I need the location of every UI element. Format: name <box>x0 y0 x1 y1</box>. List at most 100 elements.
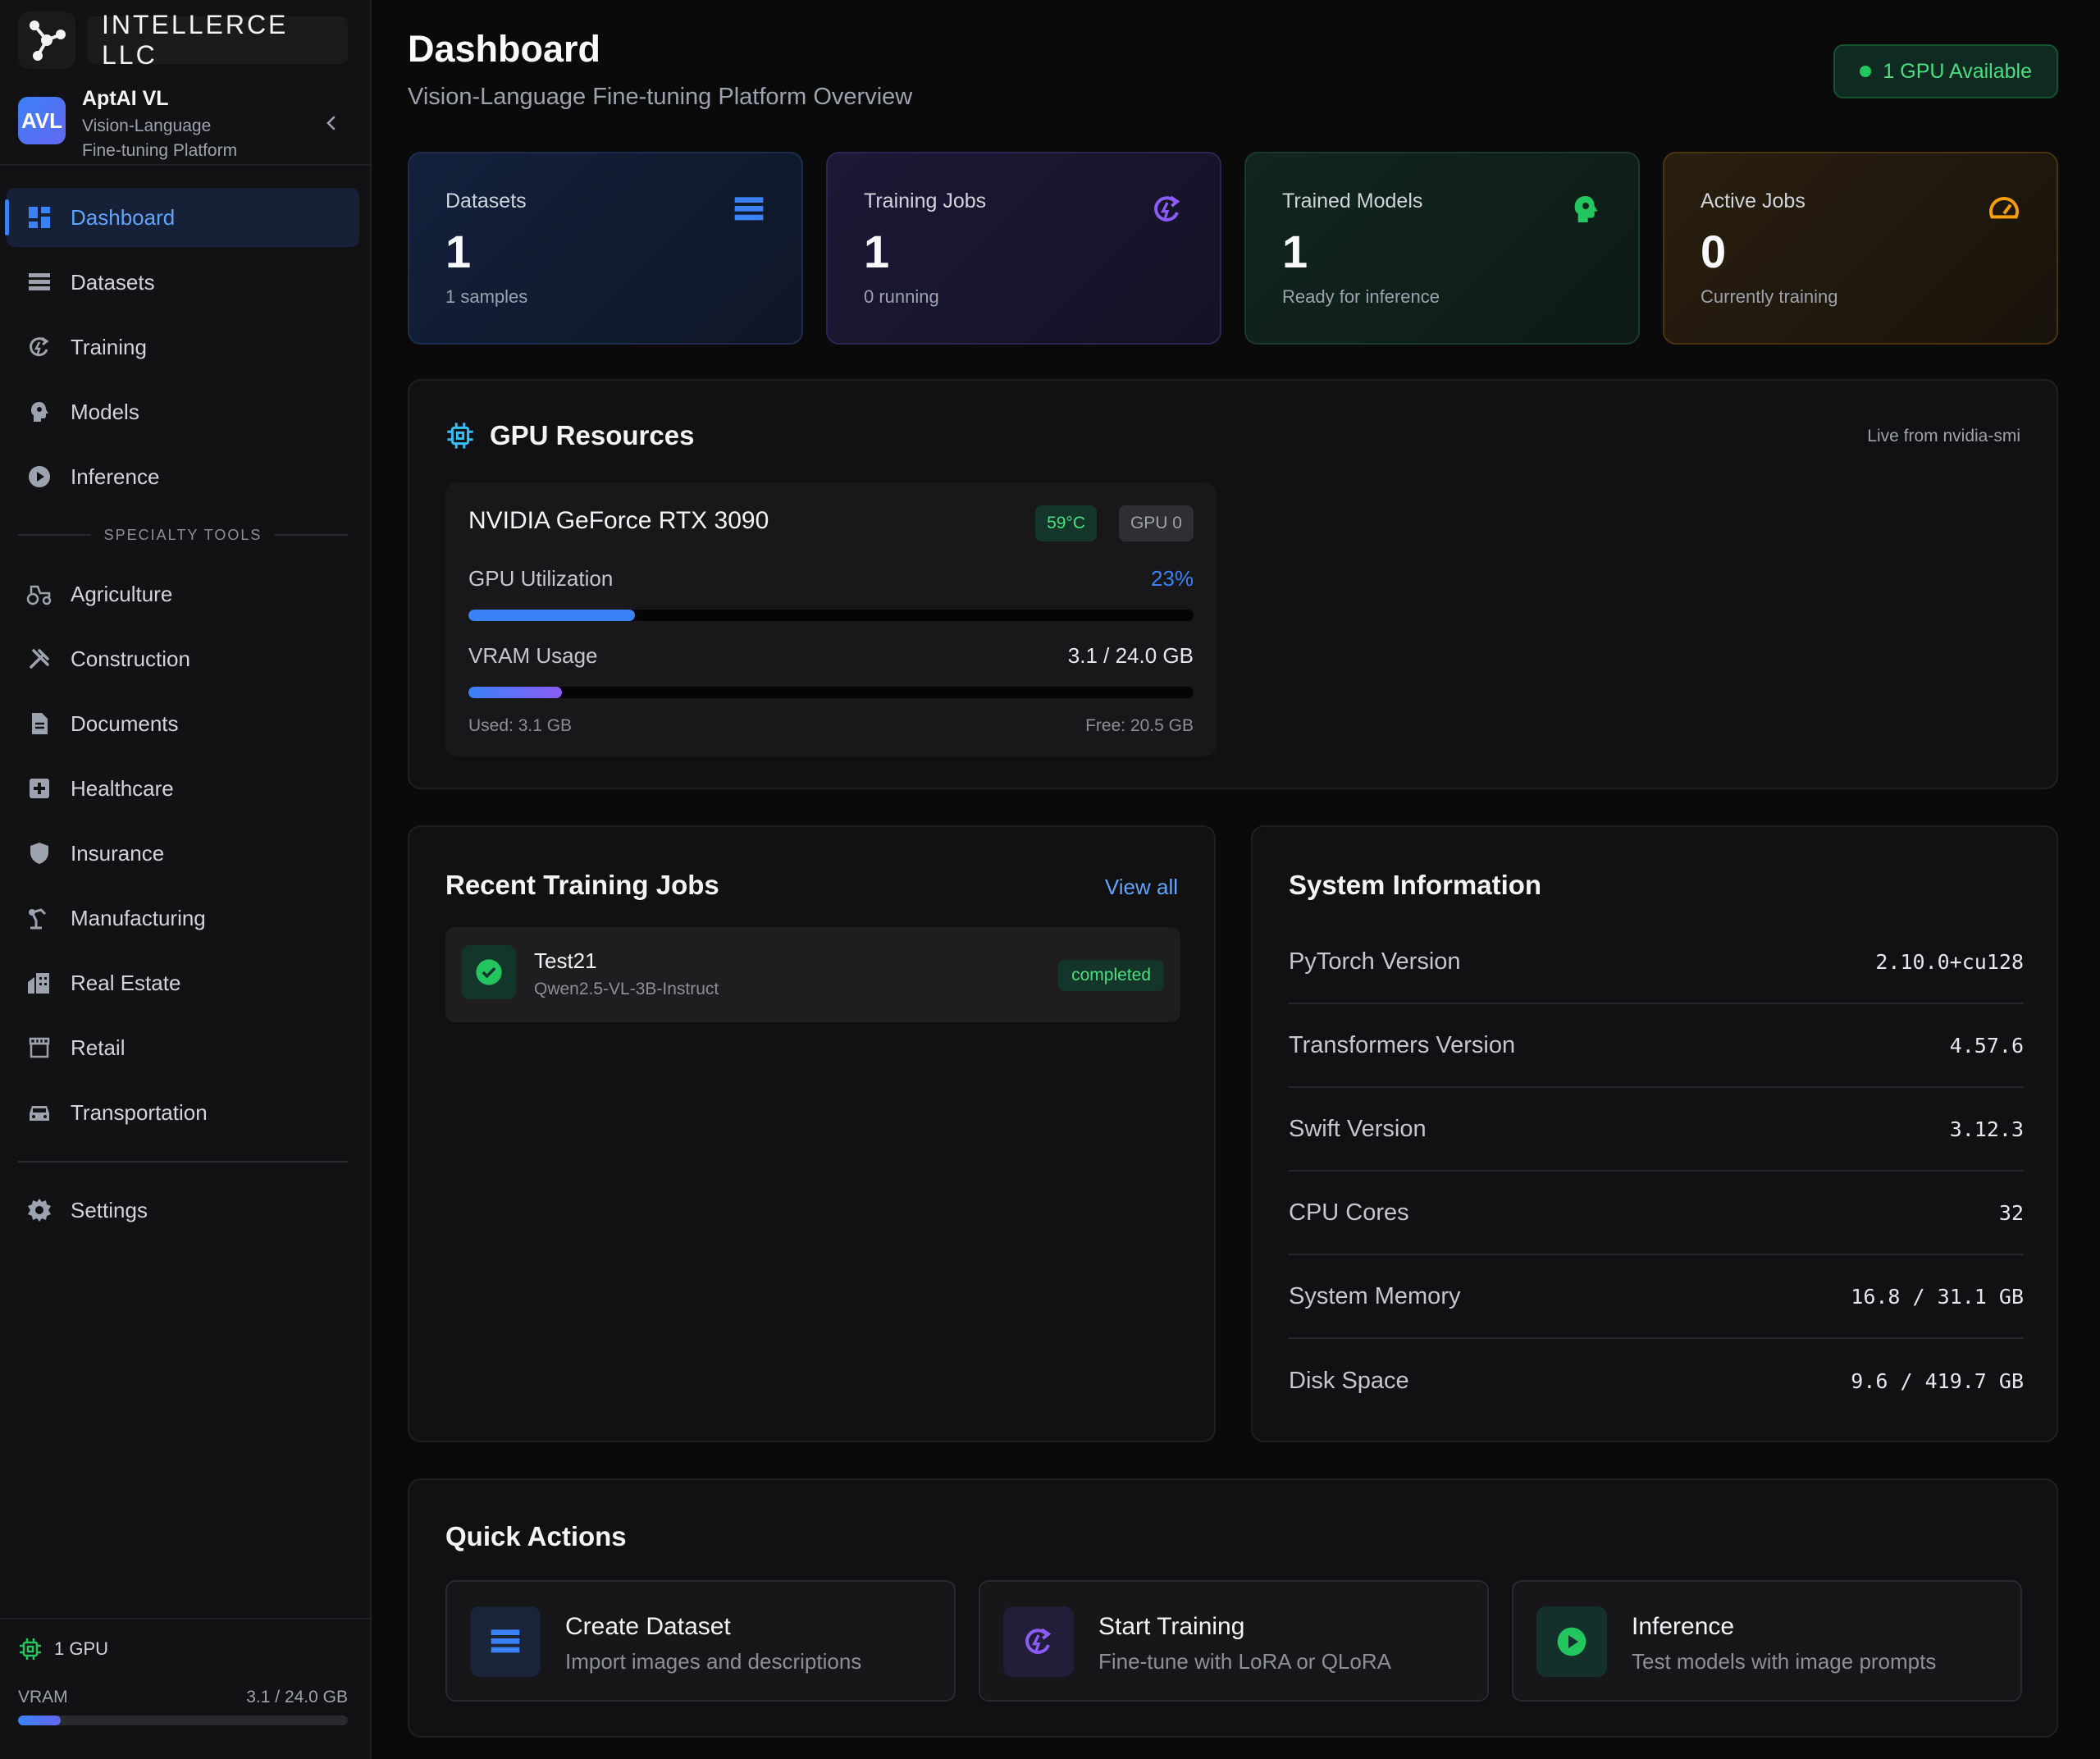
brain-icon <box>25 397 54 427</box>
sys-row-transformers: Transformers Version 4.57.6 <box>1289 1004 2024 1088</box>
gpu-status-text: 1 GPU Available <box>1883 59 2032 83</box>
training-icon <box>25 332 54 362</box>
sidebar-item-training[interactable]: Training <box>7 318 359 377</box>
sidebar-item-label: Manufacturing <box>71 905 206 930</box>
sidebar-item-label: Models <box>71 399 139 424</box>
sidebar-item-real-estate[interactable]: Real Estate <box>7 953 359 1012</box>
vram-progress-track <box>18 1716 348 1725</box>
database-icon <box>734 197 764 221</box>
sys-row-pytorch: PyTorch Version 2.10.0+cu128 <box>1289 921 2024 1004</box>
quick-actions-card: Quick Actions Create Dataset Import imag… <box>408 1478 2058 1738</box>
sidebar-item-inference[interactable]: Inference <box>7 447 359 506</box>
sidebar-item-construction[interactable]: Construction <box>7 629 359 688</box>
app-avatar: AVL <box>18 97 66 144</box>
sys-row-swift: Swift Version 3.12.3 <box>1289 1088 2024 1172</box>
sidebar-item-agriculture[interactable]: Agriculture <box>7 564 359 624</box>
stat-value: 1 <box>864 226 890 277</box>
create-dataset-button[interactable]: Create Dataset Import images and descrip… <box>445 1580 956 1702</box>
inference-button[interactable]: Inference Test models with image prompts <box>1512 1580 2022 1702</box>
gpu-id-badge: GPU 0 <box>1118 505 1194 541</box>
metric-label: VRAM Usage <box>468 643 598 668</box>
gpu-resources-card: GPU Resources Live from nvidia-smi NVIDI… <box>408 379 2058 789</box>
chevron-left-icon <box>326 116 336 130</box>
play-icon <box>1536 1606 1607 1677</box>
gpu-resources-title: GPU Resources <box>490 420 695 450</box>
building-icon <box>25 968 54 998</box>
sidebar-item-label: Datasets <box>71 269 155 295</box>
sidebar-item-settings[interactable]: Settings <box>7 1181 359 1240</box>
tractor-icon <box>25 579 54 609</box>
system-info-title: System Information <box>1289 870 1542 900</box>
stat-card-active-jobs[interactable]: Active Jobs 0 Currently training <box>1663 152 2058 345</box>
check-circle-icon <box>462 945 516 999</box>
gear-icon <box>25 1195 54 1225</box>
sys-value: 4.57.6 <box>1949 1033 2024 1058</box>
sys-value: 3.12.3 <box>1949 1117 2024 1141</box>
status-dot-icon <box>1860 66 1872 77</box>
vram-fill <box>468 687 563 698</box>
stat-label: Trained Models <box>1282 190 1423 212</box>
sidebar-item-label: Inference <box>71 464 160 489</box>
medical-icon <box>25 774 54 803</box>
sidebar-item-healthcare[interactable]: Healthcare <box>7 759 359 818</box>
stat-value: 1 <box>445 226 472 277</box>
sys-key: Transformers Version <box>1289 1031 1516 1058</box>
sidebar-item-manufacturing[interactable]: Manufacturing <box>7 889 359 948</box>
brain-icon <box>1574 196 1598 222</box>
metric-label: GPU Utilization <box>468 566 614 591</box>
sidebar-gpu-summary: 1 GPU VRAM 3.1 / 24.0 GB <box>18 1637 348 1725</box>
car-icon <box>25 1098 54 1127</box>
job-status-badge: completed <box>1058 960 1164 991</box>
stat-sub: Ready for inference <box>1282 286 1440 307</box>
job-model: Qwen2.5-VL-3B-Instruct <box>534 980 719 998</box>
gauge-icon <box>1989 196 2019 219</box>
utilization-track <box>468 610 1194 621</box>
stat-card-trained-models[interactable]: Trained Models 1 Ready for inference <box>1244 152 1640 345</box>
stat-value: 1 <box>1282 226 1308 277</box>
gpu-temp-badge: 59°C <box>1035 505 1097 541</box>
sys-value: 2.10.0+cu128 <box>1875 949 2024 974</box>
sys-value: 16.8 / 31.1 GB <box>1851 1284 2024 1309</box>
stat-card-training-jobs[interactable]: Training Jobs 1 0 running <box>826 152 1221 345</box>
app-name: AptAI VL <box>82 87 169 110</box>
vram-used: Used: 3.1 GB <box>468 716 573 735</box>
recent-training-jobs-card: Recent Training Jobs View all Test21 Qwe… <box>408 825 1216 1442</box>
view-all-link[interactable]: View all <box>1105 875 1178 900</box>
app-subtitle-1: Vision-Language <box>82 117 212 135</box>
page-subtitle: Vision-Language Fine-tuning Platform Ove… <box>408 84 913 110</box>
action-desc: Test models with image prompts <box>1632 1649 1937 1674</box>
sidebar-item-insurance[interactable]: Insurance <box>7 824 359 883</box>
robot-arm-icon <box>25 903 54 933</box>
metric-value: 3.1 / 24.0 GB <box>1067 643 1194 668</box>
play-icon <box>25 462 54 491</box>
action-desc: Import images and descriptions <box>565 1649 862 1674</box>
sidebar-item-transportation[interactable]: Transportation <box>7 1083 359 1142</box>
sidebar-item-datasets[interactable]: Datasets <box>7 253 359 312</box>
sidebar-item-models[interactable]: Models <box>7 382 359 441</box>
sidebar-divider <box>0 1618 372 1620</box>
stat-card-datasets[interactable]: Datasets 1 1 samples <box>408 152 803 345</box>
gpu-tile: NVIDIA GeForce RTX 3090 59°C GPU 0 GPU U… <box>445 482 1217 756</box>
sys-key: PyTorch Version <box>1289 948 1461 975</box>
sidebar-item-dashboard[interactable]: Dashboard <box>5 188 359 247</box>
job-list-item[interactable]: Test21 Qwen2.5-VL-3B-Instruct completed <box>445 927 1180 1022</box>
gpu-status-badge: 1 GPU Available <box>1833 44 2058 98</box>
system-information-card: System Information PyTorch Version 2.10.… <box>1251 825 2058 1442</box>
sys-key: System Memory <box>1289 1282 1461 1309</box>
collapse-sidebar-button[interactable] <box>317 108 346 138</box>
gpu-utilization-metric: GPU Utilization 23% <box>468 566 1194 621</box>
tools-icon <box>25 644 54 674</box>
brand-logo[interactable]: INTELLERCE LLC <box>18 10 348 70</box>
gpu-data-source: Live from nvidia-smi <box>1867 427 2020 445</box>
sidebar-item-documents[interactable]: Documents <box>7 694 359 753</box>
start-training-button[interactable]: Start Training Fine-tune with LoRA or QL… <box>979 1580 1489 1702</box>
action-name: Create Dataset <box>565 1613 731 1640</box>
utilization-fill <box>468 610 636 621</box>
page-title: Dashboard <box>408 28 601 70</box>
sys-value: 9.6 / 419.7 GB <box>1851 1368 2024 1393</box>
sys-value: 32 <box>1998 1200 2024 1225</box>
vram-label: VRAM <box>18 1688 68 1706</box>
stat-label: Training Jobs <box>864 190 987 212</box>
sidebar-item-retail[interactable]: Retail <box>7 1018 359 1077</box>
sys-row-disk: Disk Space 9.6 / 419.7 GB <box>1289 1339 2024 1423</box>
